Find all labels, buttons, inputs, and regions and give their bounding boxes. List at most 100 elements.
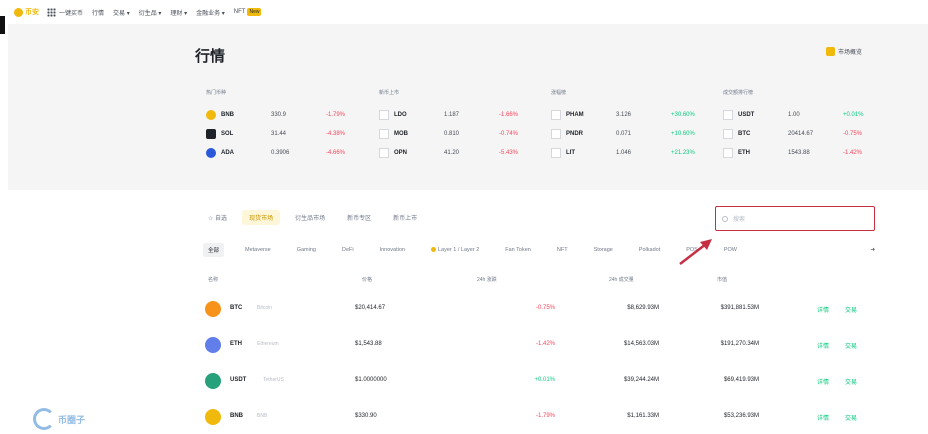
nav-item-earn[interactable]: 理财 ▾ <box>170 8 187 17</box>
category-tab-defi[interactable]: DeFi <box>337 244 359 256</box>
row-change: -0.75% <box>535 305 555 311</box>
table-row[interactable]: BTC Bitcoin $20,414.67 -0.75% $8,629.93M… <box>205 293 875 326</box>
usdt-coin-icon <box>205 373 221 389</box>
panel-row[interactable]: USDT 1.00 +0.01% <box>723 105 888 124</box>
panel-change: -4.66% <box>326 149 346 156</box>
panel-row[interactable]: BNB 330.9 -1.79% <box>206 105 371 124</box>
search-placeholder: 搜索 <box>733 217 746 223</box>
row-change: -1.79% <box>535 413 555 419</box>
top-navigation: 币安 一键买币 行情 交易 ▾ 衍生品 ▾ 理财 ▾ 金融业务 ▾ NFT New <box>0 0 928 24</box>
binance-logo[interactable]: 币安 <box>14 7 39 17</box>
apps-grid-icon[interactable] <box>47 7 56 17</box>
row-market-cap: $53,236.93M <box>723 413 759 419</box>
trade-link[interactable]: 交易 <box>845 413 857 422</box>
panel-row[interactable]: PNDR 0.071 +10.60% <box>551 124 716 143</box>
header-name[interactable]: 名称 <box>208 276 218 283</box>
panel-row[interactable]: ADA 0.3906 -4.66% <box>206 143 371 162</box>
trade-link[interactable]: 交易 <box>845 377 857 386</box>
panel-change: +21.23% <box>671 149 695 156</box>
panel-price: 330.9 <box>271 111 287 118</box>
category-tab-layer[interactable]: Layer 1 / Layer 2 <box>426 244 484 256</box>
nav-item-buy[interactable]: 一键买币 <box>59 8 83 17</box>
panel-row[interactable]: LDO 1.187 -1.66% <box>379 105 544 124</box>
panel-row[interactable]: MOB 0.810 -0.74% <box>379 124 544 143</box>
nav-item-derivatives[interactable]: 衍生品 ▾ <box>139 8 162 17</box>
category-tab-pow[interactable]: POW <box>719 244 742 256</box>
pham-coin-icon <box>551 109 561 120</box>
panel-title: 热门币种 <box>206 90 227 96</box>
row-name: BNB <box>257 413 268 419</box>
category-tab-nft[interactable]: NFT <box>552 244 573 256</box>
nav-item-finance[interactable]: 金融业务 ▾ <box>196 8 225 17</box>
tab-derivatives[interactable]: 衍生品市场 <box>288 210 332 225</box>
row-change: +0.01% <box>534 377 555 383</box>
watermark-logo-icon <box>33 408 55 430</box>
bnb-chain-icon <box>430 247 436 253</box>
table-row[interactable]: ETH Ethereum $1,543.88 -1.42% $14,563.03… <box>205 329 875 362</box>
panel-row[interactable]: PHAM 3.126 +30.60% <box>551 105 716 124</box>
details-link[interactable]: 详情 <box>817 413 829 422</box>
panel-row[interactable]: ETH 1543.88 -1.42% <box>723 143 888 162</box>
panel-price: 20414.67 <box>788 130 814 137</box>
trade-link[interactable]: 交易 <box>845 305 857 314</box>
nav-item-nft-label: NFT <box>233 9 246 15</box>
header-volume[interactable]: 24h 成交量 <box>609 276 634 283</box>
table-header: 名称 价格 24h 涨跌 24h 成交量 市值 <box>205 274 875 288</box>
row-symbol: USDT <box>230 377 247 383</box>
panel-symbol: ETH <box>738 149 750 156</box>
nav-item-markets[interactable]: 行情 <box>92 8 104 17</box>
details-link[interactable]: 详情 <box>817 305 829 314</box>
panel-row[interactable]: OPN 41.20 -5.43% <box>379 143 544 162</box>
opn-coin-icon <box>379 147 389 158</box>
row-symbol: BTC <box>230 305 243 311</box>
panel-row[interactable]: LIT 1.046 +21.23% <box>551 143 716 162</box>
details-link[interactable]: 详情 <box>817 341 829 350</box>
tab-new-listings[interactable]: 新币上市 <box>386 210 424 225</box>
header-price[interactable]: 价格 <box>362 276 372 283</box>
tab-spot[interactable]: 现货市场 <box>242 210 281 225</box>
row-name: Ethereum <box>257 341 279 347</box>
panel-symbol: LIT <box>566 149 575 156</box>
new-badge: New <box>247 8 262 16</box>
panel-symbol: PNDR <box>566 130 584 137</box>
pndr-coin-icon <box>551 128 561 139</box>
category-tab-metaverse[interactable]: Metaverse <box>240 244 276 256</box>
details-link[interactable]: 详情 <box>817 377 829 386</box>
scroll-right-icon[interactable]: ➜ <box>870 247 875 253</box>
panel-change: -1.66% <box>499 111 519 118</box>
row-volume: $14,563.03M <box>623 341 659 347</box>
category-tab-storage[interactable]: Storage <box>589 244 618 256</box>
category-tab-polkadot[interactable]: Polkadot <box>634 244 665 256</box>
header-change[interactable]: 24h 涨跌 <box>477 276 497 283</box>
bnb-coin-icon <box>205 409 221 425</box>
ada-coin-icon <box>206 147 216 158</box>
row-name: Bitcoin <box>257 305 273 311</box>
category-tab-gaming[interactable]: Gaming <box>292 244 321 256</box>
tab-favorites[interactable]: ☆ 自选 <box>201 210 234 225</box>
category-tab-innovation[interactable]: Innovation <box>375 244 410 256</box>
panel-price: 1.00 <box>788 111 800 118</box>
panel-title: 成交额排行榜 <box>723 90 754 96</box>
panel-row[interactable]: SOL 31.44 -4.38% <box>206 124 371 143</box>
market-overview-link[interactable]: 市场概览 <box>826 47 862 56</box>
category-tabs: 全部 Metaverse Gaming DeFi Innovation Laye… <box>203 243 875 257</box>
panel-symbol: MOB <box>394 130 408 137</box>
table-row[interactable]: BNB BNB $330.90 -1.79% $1,161.33M $53,23… <box>205 401 875 434</box>
logo-text: 币安 <box>25 9 39 16</box>
panel-symbol: BTC <box>738 130 751 137</box>
tab-new-zone[interactable]: 新币专区 <box>340 210 378 225</box>
table-row[interactable]: USDT TetherUS $1.0000000 +0.01% $39,244.… <box>205 365 875 398</box>
category-tab-fan-token[interactable]: Fan Token <box>500 244 536 256</box>
panel-title: 涨幅榜 <box>551 90 567 96</box>
ldo-coin-icon <box>379 109 389 120</box>
nav-item-trade[interactable]: 交易 ▾ <box>113 8 130 17</box>
trade-link[interactable]: 交易 <box>845 341 857 350</box>
nav-item-nft[interactable]: NFT New <box>233 8 262 16</box>
sol-coin-icon <box>206 128 216 139</box>
search-input[interactable]: 搜索 <box>715 206 875 231</box>
header-market-cap[interactable]: 市值 <box>717 276 727 283</box>
panel-row[interactable]: BTC 20414.67 -0.75% <box>723 124 888 143</box>
usdt-coin-icon <box>723 109 733 120</box>
category-tab-all[interactable]: 全部 <box>203 243 225 257</box>
row-price: $20,414.67 <box>355 305 386 311</box>
